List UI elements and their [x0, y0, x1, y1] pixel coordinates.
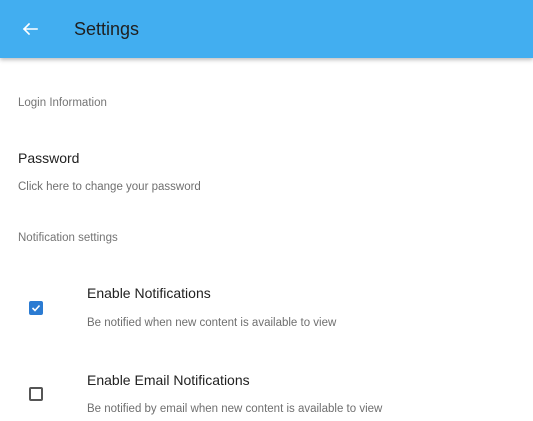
- section-header-notifications: Notification settings: [18, 232, 118, 244]
- enable-email-notifications-checkbox[interactable]: [29, 387, 43, 401]
- enable-notifications-checkbox[interactable]: [29, 301, 43, 315]
- section-header-login: Login Information: [18, 97, 107, 109]
- enable-email-notifications-title: Enable Email Notifications: [87, 372, 250, 388]
- enable-notifications-title: Enable Notifications: [87, 285, 211, 301]
- enable-email-notifications-summary: Be notified by email when new content is…: [87, 403, 383, 415]
- arrow-left-icon: [22, 22, 38, 36]
- enable-notifications-preference[interactable]: Enable Notifications Be notified when ne…: [0, 274, 533, 340]
- enable-notifications-summary: Be notified when new content is availabl…: [87, 317, 337, 329]
- password-summary: Click here to change your password: [18, 181, 201, 193]
- check-icon: [31, 304, 41, 312]
- page-title: Settings: [74, 19, 140, 39]
- password-title: Password: [18, 150, 80, 166]
- enable-email-notifications-preference[interactable]: Enable Email Notifications Be notified b…: [0, 362, 533, 421]
- app-bar: Settings: [0, 0, 533, 58]
- password-preference[interactable]: Password Click here to change your passw…: [0, 140, 533, 202]
- back-button[interactable]: [18, 17, 42, 41]
